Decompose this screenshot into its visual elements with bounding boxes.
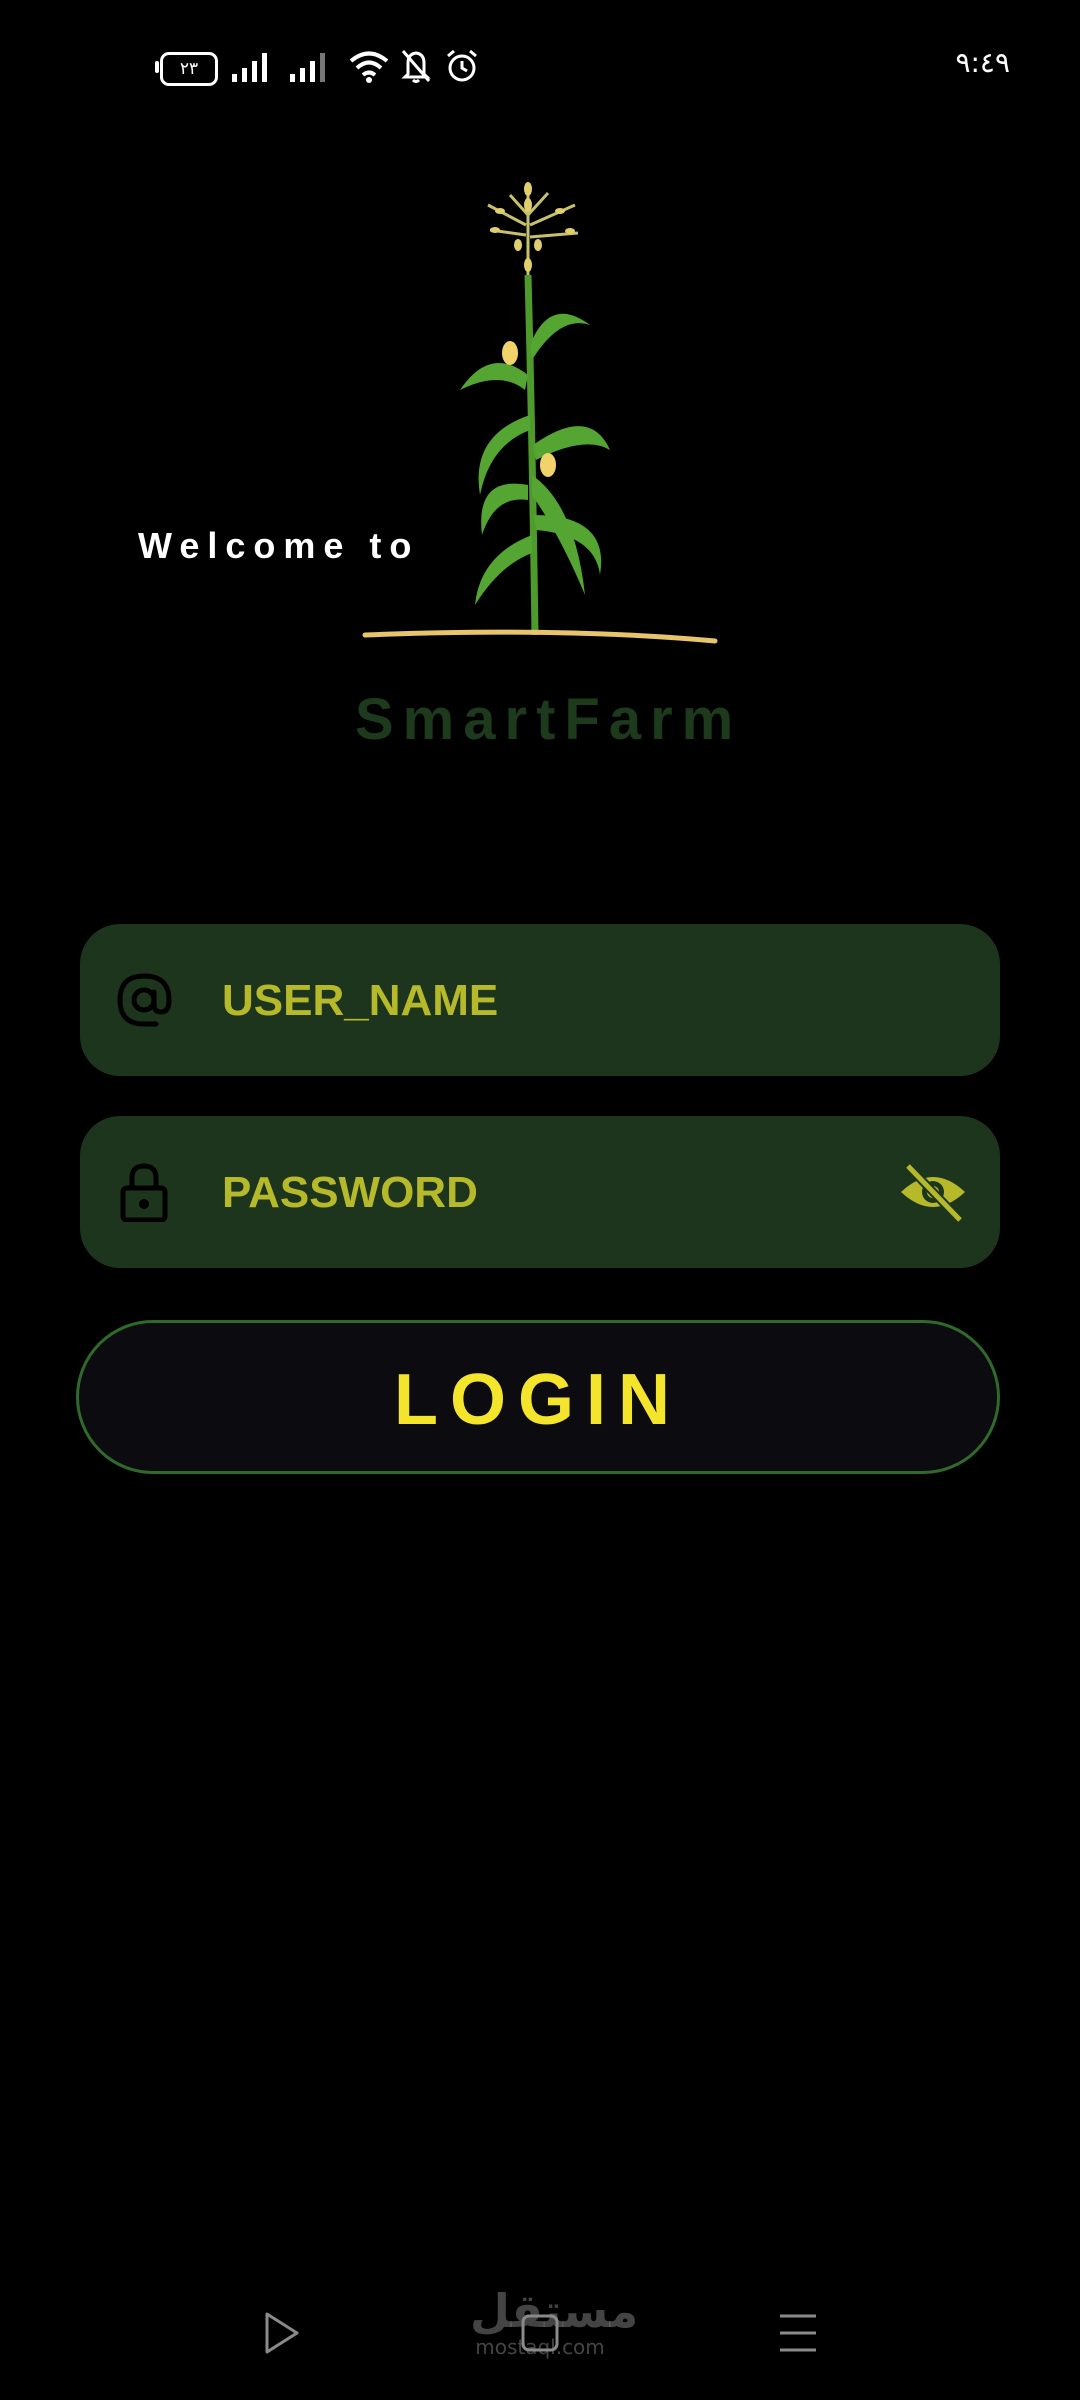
clock: ٩:٤٩	[955, 46, 1010, 79]
status-bar: ٢٣ ٩:٤٩	[0, 0, 1080, 140]
home-square-icon[interactable]	[520, 2310, 560, 2356]
signal-icon-sim1	[232, 53, 267, 82]
lock-icon	[120, 1163, 168, 1222]
username-field[interactable]	[80, 924, 1000, 1078]
password-field[interactable]	[80, 1116, 1000, 1270]
username-input[interactable]	[220, 924, 904, 1078]
wifi-icon	[349, 51, 389, 83]
back-triangle-icon[interactable]	[262, 2310, 302, 2356]
password-input[interactable]	[220, 1116, 904, 1270]
alarm-icon	[447, 49, 477, 82]
app-name: SmartFarm	[355, 687, 743, 752]
at-icon	[117, 973, 172, 1027]
login-button[interactable]: LOGIN	[76, 1320, 1000, 1474]
menu-icon[interactable]	[778, 2312, 818, 2354]
bell-off-icon	[401, 50, 431, 83]
navigation-bar	[0, 2280, 1080, 2400]
battery-nub	[155, 61, 159, 73]
battery-icon: ٢٣	[160, 52, 218, 86]
eye-off-icon[interactable]	[898, 1162, 968, 1222]
corn-plant-logo	[362, 182, 718, 644]
signal-icon-sim2	[290, 53, 325, 82]
